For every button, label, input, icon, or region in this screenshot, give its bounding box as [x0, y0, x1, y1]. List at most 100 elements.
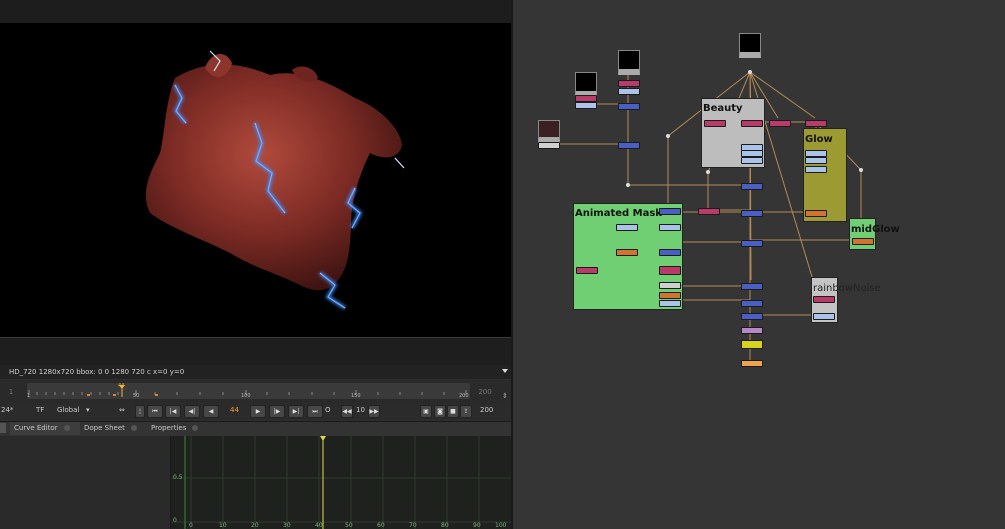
fit-range-icon[interactable]: ⇔ — [119, 406, 125, 414]
export-icon[interactable]: ⇪ — [460, 405, 472, 418]
tab-curve-editor[interactable]: Curve Editor — [10, 422, 80, 435]
read-node-thumbnail[interactable] — [618, 50, 640, 75]
viewer-node[interactable] — [741, 340, 763, 349]
grade-node[interactable] — [813, 296, 835, 303]
blur-node[interactable] — [852, 238, 874, 245]
x-tick-label: 20 — [251, 522, 259, 529]
shuffle-node[interactable] — [805, 166, 827, 173]
merge-node[interactable] — [741, 183, 763, 190]
timeline-ruler[interactable]: 1 50 100 150 200 44 — [27, 383, 470, 399]
grade-node[interactable] — [704, 120, 726, 127]
panel-menu-icon[interactable] — [0, 423, 6, 433]
merge-node[interactable] — [618, 142, 640, 149]
read-node-thumbnail[interactable] — [575, 72, 597, 97]
step-forward-icon[interactable]: ▶▶ — [368, 405, 380, 418]
scope-dropdown[interactable]: Global — [57, 406, 79, 414]
read-node-thumbnail[interactable] — [739, 33, 761, 58]
x-tick-label: 70 — [409, 522, 417, 529]
timeline-end-frame[interactable]: 200 — [473, 385, 497, 399]
tab-properties[interactable]: Properties — [147, 422, 207, 435]
tab-label: Properties — [151, 424, 187, 432]
close-tab-icon[interactable] — [63, 425, 70, 431]
current-frame-field[interactable]: 44 — [230, 406, 239, 414]
step-back-icon[interactable]: ◀◀ — [341, 405, 353, 418]
tab-dope-sheet[interactable]: Dope Sheet — [80, 422, 144, 435]
timeline-arrows-icon[interactable]: ⇕ — [502, 392, 508, 400]
grade-node[interactable] — [659, 266, 681, 275]
next-frame-icon[interactable]: |▶ — [269, 405, 285, 418]
read-node-thumbnail[interactable] — [538, 120, 560, 143]
grade-node[interactable] — [805, 120, 827, 127]
merge-node[interactable] — [741, 300, 763, 307]
shuffle-node[interactable] — [741, 157, 763, 164]
node-graph[interactable]: Beauty Glow Animated Mask midGlow rainbo… — [513, 0, 1005, 529]
grade-node[interactable] — [575, 95, 597, 102]
x-tick-label: 80 — [441, 522, 449, 529]
first-frame-icon[interactable]: ⏮ — [147, 405, 163, 418]
shuffle-node[interactable] — [805, 157, 827, 164]
grade-node[interactable] — [741, 120, 763, 127]
close-tab-icon[interactable] — [192, 425, 199, 431]
backdrop-glow[interactable]: Glow — [803, 128, 847, 222]
blur-node[interactable] — [805, 210, 827, 217]
tf-dropdown[interactable]: TF — [36, 406, 44, 414]
merge-node[interactable] — [741, 210, 763, 217]
format-info: HD_720 1280x720 bbox: 0 0 1280 720 c x=0… — [9, 368, 185, 376]
grade-node[interactable] — [769, 120, 791, 127]
backdrop-label: Glow — [805, 134, 833, 145]
lock-icon[interactable]: ■ — [447, 405, 459, 418]
viewer-lower-toolbar — [0, 337, 511, 366]
backdrop-mid-glow[interactable]: midGlow — [849, 218, 900, 250]
play-forward-icon[interactable]: ▶ — [250, 405, 266, 418]
write-node[interactable] — [741, 360, 763, 367]
play-backward-icon[interactable]: ◀ — [203, 405, 219, 418]
shuffle-node[interactable] — [616, 224, 638, 231]
shuffle-node[interactable] — [659, 282, 681, 289]
shuffle-node[interactable] — [741, 150, 763, 157]
timeline-tick-label: 1 — [27, 393, 31, 399]
prev-keyframe-icon[interactable]: |◀ — [165, 405, 181, 418]
read-node[interactable] — [538, 142, 560, 149]
viewer-canvas[interactable] — [0, 23, 511, 337]
shuffle-node[interactable] — [659, 224, 681, 231]
x-tick-label: 90 — [473, 522, 481, 529]
timeline-tick-label: 150 — [351, 393, 361, 399]
merge-node[interactable] — [618, 103, 640, 110]
curve-editor-tree[interactable] — [0, 436, 171, 529]
merge-node[interactable] — [741, 240, 763, 247]
merge-node[interactable] — [659, 249, 681, 256]
backdrop-label: Beauty — [703, 103, 743, 114]
step-increment-field[interactable]: 10 — [356, 406, 365, 414]
flipbook-icon[interactable]: ▣ — [420, 405, 432, 418]
info-dropdown-icon[interactable] — [502, 369, 508, 373]
curve-editor-graph[interactable]: 0.5 0 0 10 20 30 40 50 60 70 80 90 100 — [171, 436, 511, 529]
last-frame-icon[interactable]: ⏭ — [307, 405, 323, 418]
blur-node[interactable] — [616, 249, 638, 256]
fps-dropdown[interactable]: 24* — [1, 406, 13, 414]
in-point-button[interactable]: ¦ — [135, 405, 145, 418]
loop-mode-icon[interactable]: O — [325, 406, 331, 414]
render-icon[interactable]: ◙ — [434, 405, 446, 418]
merge-node[interactable] — [659, 208, 681, 215]
timeline-start-frame[interactable]: 1 — [4, 385, 18, 399]
close-tab-icon[interactable] — [130, 425, 137, 431]
backdrop-label: rainbowNoise — [813, 283, 881, 294]
merge-node[interactable] — [741, 313, 763, 320]
viewer-toolbar — [0, 0, 511, 24]
grade-node[interactable] — [618, 80, 640, 87]
shuffle-node[interactable] — [805, 150, 827, 157]
curve-playhead-marker[interactable] — [320, 436, 326, 441]
shuffle-node[interactable] — [618, 88, 640, 95]
merge-node[interactable] — [741, 283, 763, 290]
grade-node[interactable] — [741, 327, 763, 334]
shuffle-node[interactable] — [659, 300, 681, 307]
prev-frame-icon[interactable]: ◀| — [184, 405, 200, 418]
shuffle-node[interactable] — [813, 313, 835, 320]
next-keyframe-icon[interactable]: ▶| — [288, 405, 304, 418]
shuffle-node[interactable] — [575, 102, 597, 109]
grade-node[interactable] — [576, 267, 598, 274]
blur-node[interactable] — [659, 292, 681, 299]
end-frame-field[interactable]: 200 — [480, 406, 493, 414]
backdrop-label: Animated Mask — [575, 208, 662, 219]
grade-node[interactable] — [698, 208, 720, 215]
